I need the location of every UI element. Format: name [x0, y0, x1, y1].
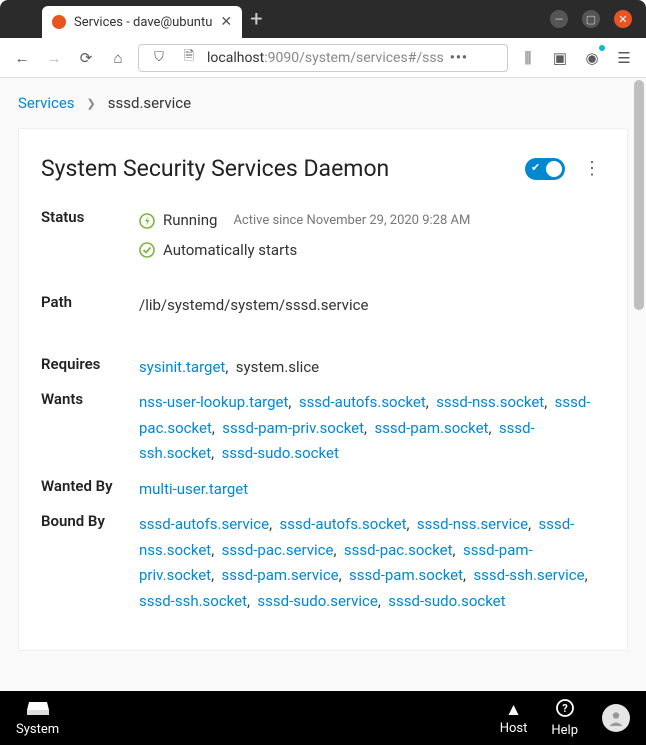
url-text: localhost:9090/system/services#/sss — [207, 50, 444, 66]
scrollbar[interactable] — [634, 80, 644, 310]
bolt-icon — [139, 213, 155, 229]
unit-link[interactable]: nss-user-lookup.target — [139, 393, 288, 411]
toggle-knob — [546, 161, 562, 177]
unit-link[interactable]: sssd-pac.socket — [344, 541, 453, 559]
unit-link[interactable]: sssd-pam.service — [221, 566, 338, 584]
unit-link[interactable]: sssd-pam.socket — [349, 566, 463, 584]
unit-plain: system.slice — [236, 358, 319, 376]
bottombar-system[interactable]: System — [16, 700, 59, 737]
breadcrumb: Services ❯ sssd.service — [0, 78, 646, 128]
menu-button[interactable]: ☰ — [612, 46, 636, 70]
unit-link[interactable]: sssd-autofs.service — [139, 515, 269, 533]
reader-icon[interactable]: ▣ — [548, 46, 572, 70]
user-avatar[interactable] — [602, 704, 630, 732]
kebab-menu-button[interactable]: ⋮ — [579, 158, 605, 179]
breadcrumb-current: sssd.service — [108, 94, 191, 112]
window-maximize-button[interactable]: ▢ — [582, 10, 600, 28]
help-icon: ? — [556, 699, 574, 722]
svg-text:?: ? — [562, 702, 568, 715]
boundby-value: sssd-autofs.service, sssd-autofs.socket,… — [139, 512, 605, 614]
caret-up-icon: ▲ — [505, 700, 522, 720]
forward-button: → — [42, 46, 66, 70]
url-overflow-icon[interactable]: ••• — [450, 50, 468, 66]
unit-link[interactable]: sssd-pac.service — [222, 541, 334, 559]
library-icon[interactable]: ⫼ — [516, 46, 540, 70]
wantedby-value: multi-user.target — [139, 477, 605, 503]
browser-tab[interactable]: Services - dave@ubuntu ✕ — [42, 6, 242, 38]
unit-link[interactable]: sssd-autofs.socket — [280, 515, 407, 533]
unit-link[interactable]: sssd-pam-priv.socket — [222, 419, 364, 437]
unit-link[interactable]: sssd-sudo.socket — [222, 444, 339, 462]
unit-link[interactable]: sssd-ssh.socket — [139, 592, 247, 610]
reload-button[interactable]: ⟳ — [74, 46, 98, 70]
new-tab-button[interactable]: + — [250, 7, 262, 32]
unit-link[interactable]: sssd-nss.service — [417, 515, 528, 533]
page-title: System Security Services Daemon — [41, 155, 511, 182]
path-label: Path — [41, 293, 139, 319]
drive-icon — [27, 700, 49, 721]
check-icon: ✔ — [531, 161, 540, 174]
page-info-icon[interactable]: 🗎 — [177, 46, 201, 70]
path-value: /lib/systemd/system/sssd.service — [139, 293, 605, 319]
unit-link[interactable]: sssd-sudo.socket — [388, 592, 505, 610]
url-bar[interactable]: ⛉ 🗎 localhost:9090/system/services#/sss … — [138, 44, 508, 72]
account-icon[interactable]: ◉ — [580, 46, 604, 70]
status-label: Status — [41, 208, 139, 263]
requires-value: sysinit.target, system.slice — [139, 355, 605, 381]
unit-link[interactable]: sssd-sudo.service — [257, 592, 377, 610]
window-minimize-button[interactable]: — — [550, 10, 568, 28]
close-tab-icon[interactable]: ✕ — [220, 14, 232, 30]
tab-title: Services - dave@ubuntu — [74, 15, 212, 30]
shield-icon: ⛉ — [147, 46, 171, 70]
unit-link[interactable]: sysinit.target — [139, 358, 225, 376]
unit-link[interactable]: sssd-autofs.socket — [299, 393, 426, 411]
chevron-right-icon: ❯ — [87, 97, 96, 110]
bottombar-host[interactable]: ▲ Host — [500, 700, 528, 736]
wants-label: Wants — [41, 390, 139, 467]
favicon-icon — [52, 15, 66, 29]
bottombar-help[interactable]: ? Help — [551, 699, 578, 738]
status-auto-starts: Automatically starts — [163, 238, 297, 264]
window-close-button[interactable]: ✕ — [614, 10, 632, 28]
home-button[interactable]: ⌂ — [106, 46, 130, 70]
status-active-since: Active since November 29, 2020 9:28 AM — [233, 210, 470, 232]
wants-value: nss-user-lookup.target, sssd-autofs.sock… — [139, 390, 605, 467]
wantedby-label: Wanted By — [41, 477, 139, 503]
check-circle-icon — [139, 242, 155, 258]
unit-link[interactable]: multi-user.target — [139, 480, 248, 498]
unit-link[interactable]: sssd-pam.socket — [374, 419, 488, 437]
requires-label: Requires — [41, 355, 139, 381]
breadcrumb-services-link[interactable]: Services — [18, 94, 75, 112]
boundby-label: Bound By — [41, 512, 139, 614]
unit-link[interactable]: sssd-nss.socket — [436, 393, 544, 411]
service-enabled-toggle[interactable]: ✔ — [525, 158, 565, 180]
back-button[interactable]: ← — [10, 46, 34, 70]
status-running: Running — [163, 208, 217, 234]
unit-link[interactable]: sssd-ssh.service — [473, 566, 584, 584]
